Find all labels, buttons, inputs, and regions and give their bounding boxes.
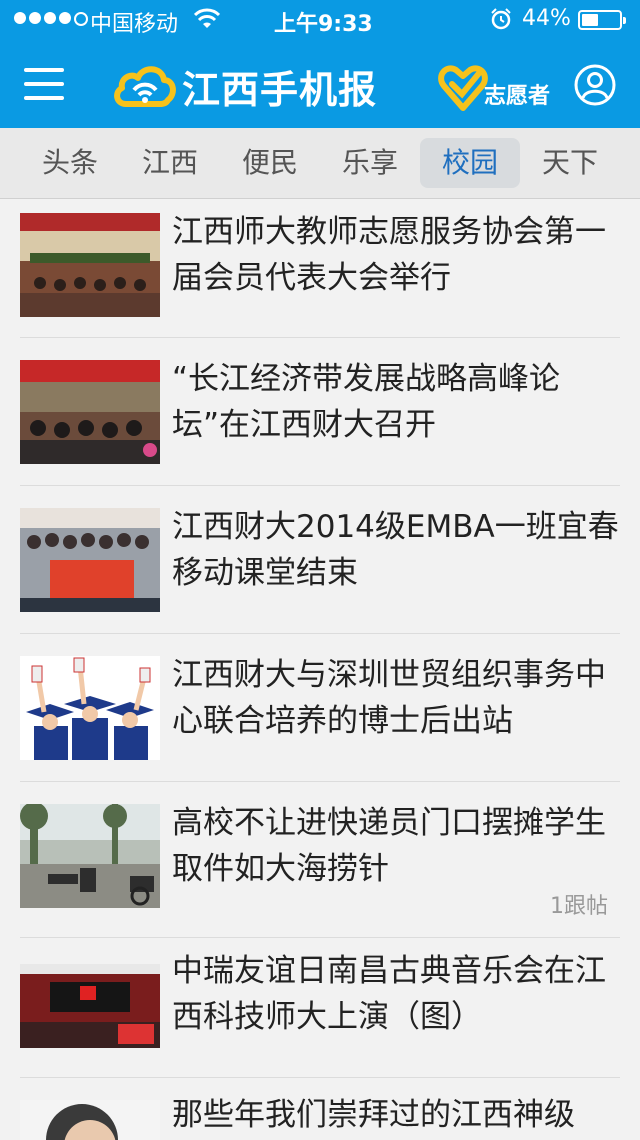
- conference-hall-photo-thumbnail: [20, 213, 160, 317]
- group-banner-photo-thumbnail: [20, 508, 160, 612]
- list-item[interactable]: 江西财大2014级EMBA一班宜春移动课堂结束: [0, 486, 640, 634]
- user-profile-icon[interactable]: [574, 64, 616, 106]
- tab-campus[interactable]: 校园: [420, 138, 520, 188]
- clock: 上午9:33: [274, 12, 373, 37]
- street-couriers-photo-thumbnail: [20, 804, 160, 908]
- list-item[interactable]: 那些年我们崇拜过的江西神级: [0, 1078, 640, 1140]
- forum-meeting-photo-thumbnail: [20, 360, 160, 464]
- list-item[interactable]: “长江经济带发展战略高峰论坛”在江西财大召开: [0, 338, 640, 486]
- signal-strength-icon: [14, 12, 88, 26]
- news-title: 江西师大教师志愿服务协会第一届会员代表大会举行: [172, 214, 606, 296]
- alarm-clock-icon: [491, 8, 511, 30]
- app-logo: 江西手机报: [114, 58, 377, 114]
- heart-icon: [438, 65, 488, 111]
- news-title: “长江经济带发展战略高峰论坛”在江西财大召开: [172, 361, 561, 443]
- graduates-photo-thumbnail: [20, 656, 160, 760]
- app-title: 江西手机报: [182, 67, 378, 112]
- news-title: 高校不让进快递员门口摆摊学生取件如大海捞针: [172, 805, 606, 887]
- list-item[interactable]: 高校不让进快递员门口摆摊学生取件如大海捞针 1跟帖: [0, 782, 640, 938]
- news-title: 那些年我们崇拜过的江西神级: [172, 1097, 575, 1133]
- tab-headlines[interactable]: 头条: [20, 138, 120, 188]
- battery-percent: 44%: [522, 6, 571, 31]
- news-title: 中瑞友谊日南昌古典音乐会在江西科技师大上演（图）: [172, 953, 606, 1035]
- tab-jiangxi[interactable]: 江西: [120, 138, 220, 188]
- list-item[interactable]: 江西财大与深圳世贸组织事务中心联合培养的博士后出站: [0, 634, 640, 782]
- carrier-name: 中国移动: [90, 12, 179, 37]
- concert-stage-photo-thumbnail: [20, 964, 160, 1048]
- cloud-wifi-logo-icon: [114, 66, 176, 107]
- app-header: 中国移动 上午9:33 44% 江西手机报 志愿者: [0, 0, 640, 128]
- battery-icon: [578, 10, 626, 30]
- category-tabs: 头条 江西 便民 乐享 校园 天下: [0, 128, 640, 199]
- portrait-photo-thumbnail: [20, 1100, 160, 1140]
- nav-bar: 江西手机报 志愿者: [0, 40, 640, 128]
- volunteer-button[interactable]: 志愿者: [438, 56, 550, 114]
- tab-leisure[interactable]: 乐享: [320, 138, 420, 188]
- hamburger-menu-icon[interactable]: [24, 68, 64, 102]
- volunteer-label: 志愿者: [484, 84, 551, 109]
- wifi-icon: [194, 8, 220, 28]
- tab-world[interactable]: 天下: [520, 138, 620, 188]
- list-item[interactable]: 中瑞友谊日南昌古典音乐会在江西科技师大上演（图）: [0, 938, 640, 1078]
- news-title: 江西财大2014级EMBA一班宜春移动课堂结束: [172, 509, 619, 591]
- tab-services[interactable]: 便民: [220, 138, 320, 188]
- status-bar: 中国移动 上午9:33 44%: [0, 0, 640, 40]
- comment-count: 1跟帖: [550, 894, 608, 919]
- list-item[interactable]: 江西师大教师志愿服务协会第一届会员代表大会举行: [0, 199, 640, 347]
- news-title: 江西财大与深圳世贸组织事务中心联合培养的博士后出站: [172, 657, 606, 739]
